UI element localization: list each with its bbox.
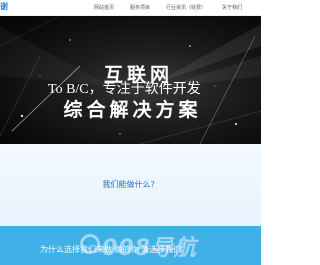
nav-item-services[interactable]: 服务项目 [130, 4, 150, 11]
watermark-text: 008导航 [102, 236, 197, 261]
section-what-we-do-title: 我们能做什么？ [102, 180, 159, 189]
nav-item-industry-news[interactable]: 行业资讯（收费） [166, 4, 206, 11]
top-navbar: 谢 网站首页 服务项目 行业资讯（收费） 关于我们 [0, 0, 261, 16]
watermark-logo: 008导航 [80, 230, 220, 261]
nav-item-about[interactable]: 关于我们 [222, 4, 242, 11]
watermark-ring-icon [80, 234, 100, 254]
hero-banner: 互联网 To B/C，专注于软件开发 综合解决方案 [0, 16, 261, 144]
section-what-we-do: 我们能做什么？ [0, 144, 261, 226]
page: 谢 网站首页 服务项目 行业资讯（收费） 关于我们 互联网 To B/C，专注于… [0, 0, 261, 265]
nav-item-home[interactable]: 网站首页 [94, 4, 114, 11]
hero-title-secondary: 综合解决方案 [63, 99, 202, 121]
site-logo[interactable]: 谢 [0, 1, 9, 12]
